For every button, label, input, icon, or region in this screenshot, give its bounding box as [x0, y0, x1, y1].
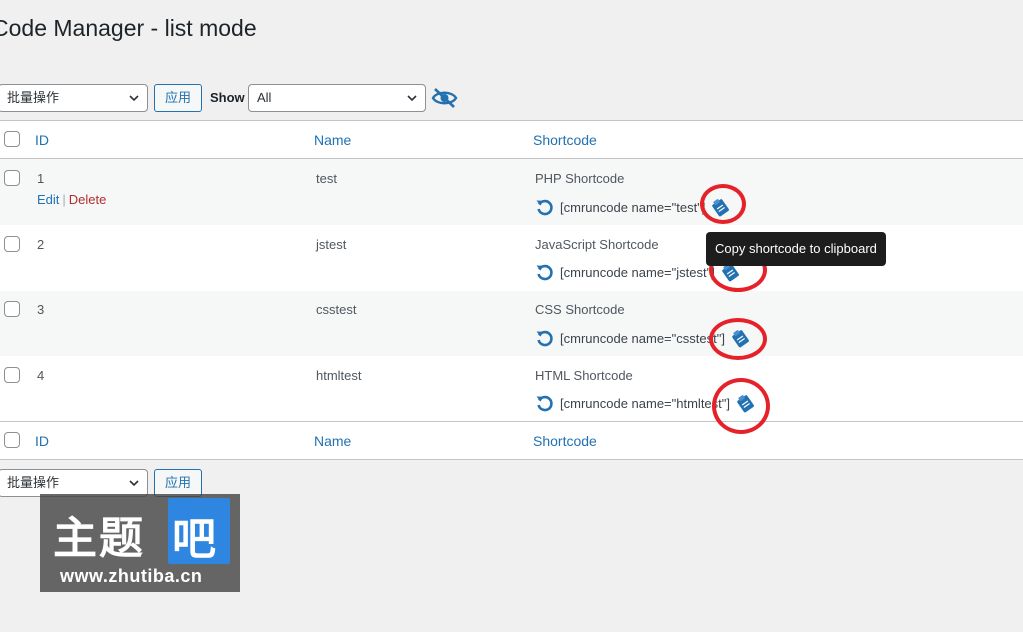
- table-row: 1 Edit | Delete test PHP Shortcode [cmrunc…: [0, 159, 1023, 225]
- watermark-brand: 主题: [53, 514, 145, 563]
- hide-eye-icon[interactable]: [431, 86, 458, 110]
- row-name: csstest: [316, 302, 357, 317]
- annotation-ring: [709, 318, 767, 360]
- reload-icon[interactable]: [535, 328, 555, 348]
- copy-tooltip: Copy shortcode to clipboard: [706, 232, 886, 266]
- shortcode-text: [cmruncode name="test"]: [560, 199, 706, 215]
- bulk-action-value: 批量操作: [7, 90, 60, 105]
- shortcode-table: ID Name Shortcode 1 Edit | Delete test PHP…: [0, 120, 1023, 460]
- row-shortcode-type: PHP Shortcode: [535, 171, 625, 186]
- delete-link[interactable]: Delete: [69, 192, 107, 207]
- chevron-down-icon: [129, 95, 139, 102]
- column-shortcode[interactable]: Shortcode: [533, 132, 597, 148]
- apply-button-bottom[interactable]: 应用: [154, 469, 203, 497]
- row-actions: Edit | Delete: [37, 192, 106, 207]
- column-id[interactable]: ID: [35, 433, 49, 449]
- select-all-checkbox[interactable]: [4, 131, 20, 147]
- row-checkbox[interactable]: [4, 301, 20, 317]
- bulk-action-select[interactable]: 批量操作: [0, 84, 148, 112]
- page-title: Code Manager - list mode: [0, 15, 257, 41]
- column-id[interactable]: ID: [35, 132, 49, 148]
- show-filter-select[interactable]: All: [248, 84, 426, 112]
- row-shortcode-type: CSS Shortcode: [535, 302, 625, 317]
- watermark: 主题 吧 www.zhutiba.cn: [40, 494, 240, 592]
- watermark-badge: 吧: [168, 498, 230, 564]
- reload-icon[interactable]: [535, 197, 555, 217]
- reload-icon[interactable]: [535, 393, 555, 413]
- row-shortcode-type: HTML Shortcode: [535, 368, 633, 383]
- row-actions-separator: |: [62, 192, 66, 207]
- show-filter-value: All: [257, 90, 272, 105]
- row-checkbox[interactable]: [4, 367, 20, 383]
- row-name: test: [316, 171, 337, 186]
- row-id: 2: [37, 237, 45, 252]
- chevron-down-icon: [129, 480, 139, 487]
- row-id: 4: [37, 368, 45, 383]
- shortcode-text: [cmruncode name="jstest"]: [560, 264, 715, 280]
- row-shortcode-type: JavaScript Shortcode: [535, 237, 659, 252]
- row-id: 3: [37, 302, 45, 317]
- watermark-url: www.zhutiba.cn: [60, 566, 203, 586]
- row-checkbox[interactable]: [4, 170, 20, 186]
- table-header: ID Name Shortcode: [0, 121, 1023, 159]
- shortcode-text: [cmruncode name="htmltest"]: [560, 395, 730, 411]
- show-filter-label: Show: [210, 90, 245, 105]
- row-name: htmltest: [316, 368, 362, 383]
- row-name: jstest: [316, 237, 347, 252]
- table-row: 3 csstest CSS Shortcode [cmruncode name=…: [0, 291, 1023, 356]
- column-name[interactable]: Name: [314, 132, 351, 148]
- table-footer: ID Name Shortcode: [0, 421, 1023, 459]
- edit-link[interactable]: Edit: [37, 192, 59, 207]
- apply-button[interactable]: 应用: [154, 84, 203, 112]
- chevron-down-icon: [407, 95, 417, 102]
- bulk-action-value: 批量操作: [7, 475, 60, 490]
- column-name[interactable]: Name: [314, 433, 351, 449]
- watermark-badge-text: 吧: [172, 515, 216, 564]
- table-row: 4 htmltest HTML Shortcode [cmruncode nam…: [0, 356, 1023, 421]
- shortcode-text: [cmruncode name="csstest"]: [560, 330, 725, 346]
- column-shortcode[interactable]: Shortcode: [533, 433, 597, 449]
- annotation-ring: [712, 378, 770, 434]
- reload-icon[interactable]: [535, 262, 555, 282]
- bulk-action-select-bottom[interactable]: 批量操作: [0, 469, 148, 497]
- annotation-ring: [700, 184, 746, 224]
- row-id: 1: [37, 171, 45, 186]
- row-checkbox[interactable]: [4, 236, 20, 252]
- select-all-checkbox[interactable]: [4, 432, 20, 448]
